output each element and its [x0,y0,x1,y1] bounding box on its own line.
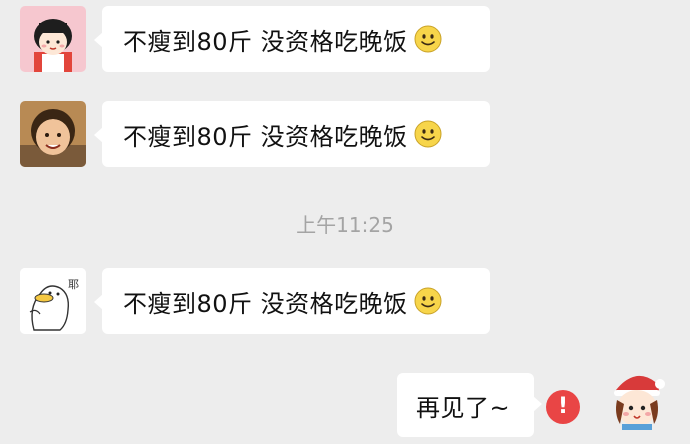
message-text: 不瘦到80斤 没资格吃晚饭 [123,27,408,56]
message-bubble-self[interactable]: 再见了~ [397,373,542,437]
message-text: 不瘦到80斤 没资格吃晚饭 [123,122,408,151]
avatar-child-photo-icon [20,101,86,167]
message-bubble[interactable]: 不瘦到80斤 没资格吃晚饭 [94,101,490,167]
smile-emoji-icon [414,25,442,53]
avatar[interactable]: 耶 [20,268,86,334]
exclamation-icon[interactable]: ! [546,390,580,424]
chat-window: 不瘦到80斤 没资格吃晚饭 不瘦到80斤 没资格吃晚饭 上午11:25 耶 不瘦… [0,0,690,444]
sticker-caption: 耶 [68,278,79,291]
message-text: 再见了~ [416,393,511,422]
avatar[interactable] [20,6,86,72]
message-bubble[interactable]: 不瘦到80斤 没资格吃晚饭 [94,268,490,334]
avatar[interactable] [20,101,86,167]
avatar-self[interactable] [604,364,670,430]
message-timestamp: 上午11:25 [296,213,394,237]
avatar-duck-sticker-icon: 耶 [20,268,86,334]
avatar-cartoon-girl-icon [20,6,86,72]
message-bubble[interactable]: 不瘦到80斤 没资格吃晚饭 [94,6,490,72]
smile-emoji-icon [414,287,442,315]
smile-emoji-icon [414,120,442,148]
avatar-santa-girl-icon [604,364,670,430]
message-text: 不瘦到80斤 没资格吃晚饭 [123,289,408,318]
